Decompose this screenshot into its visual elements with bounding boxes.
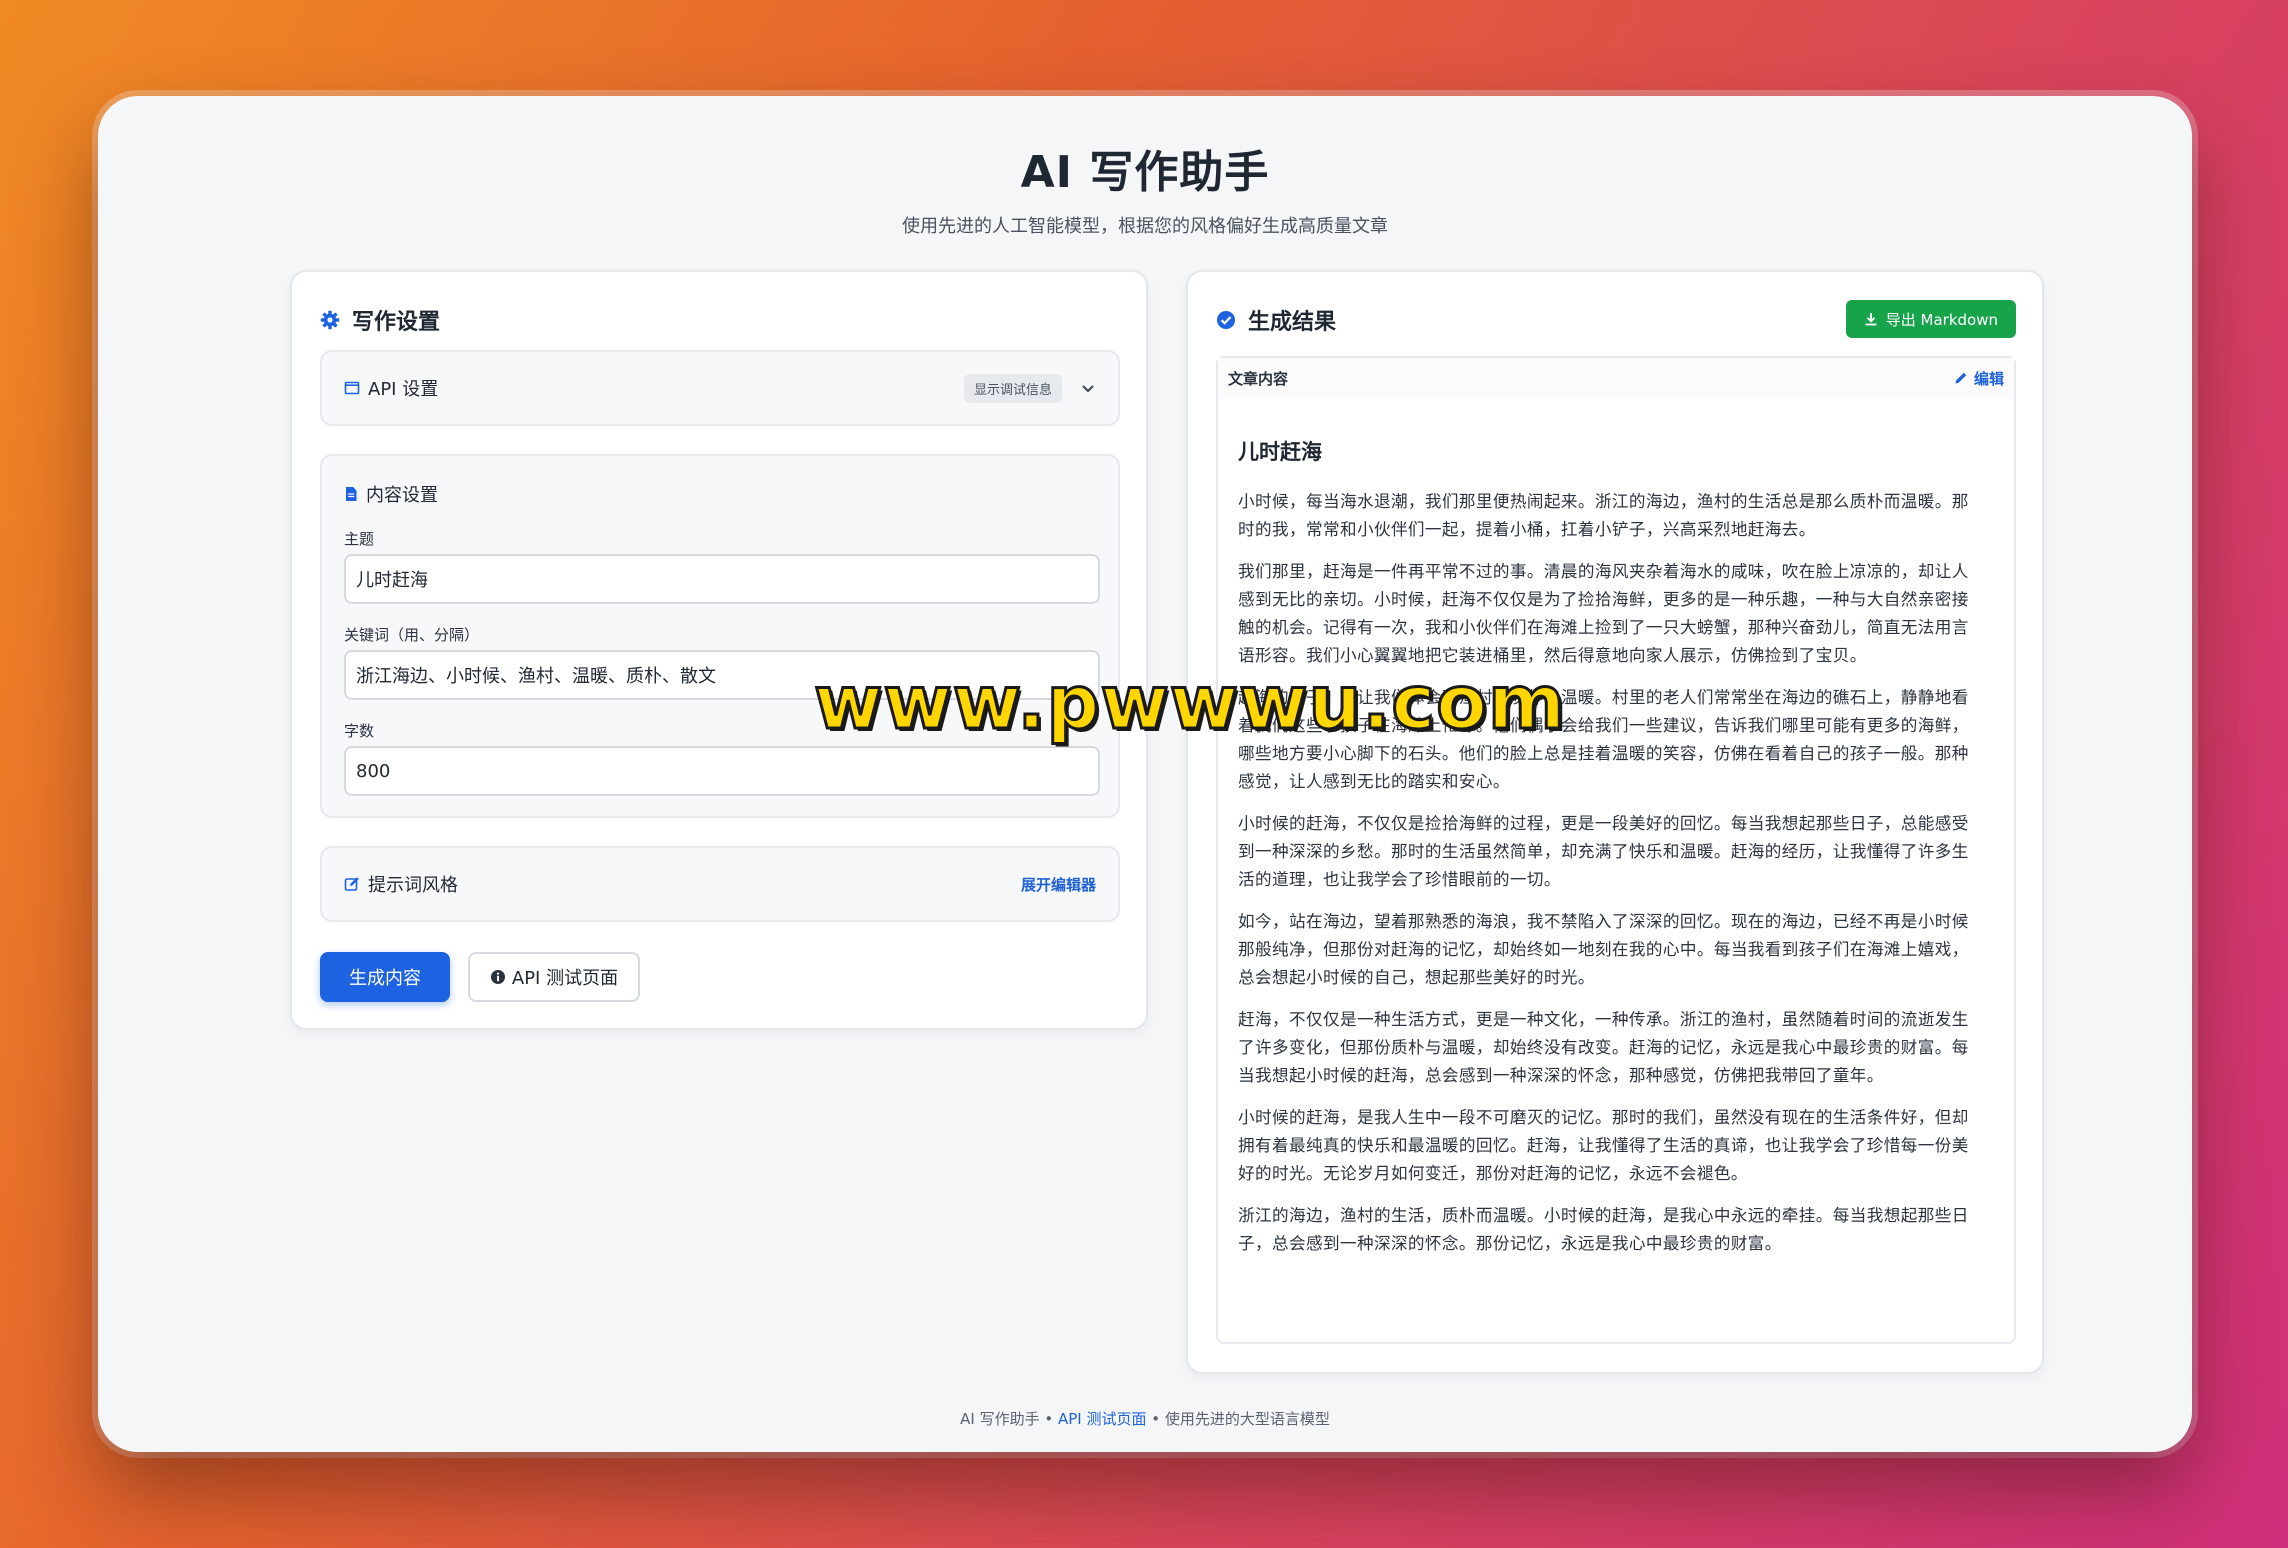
edit-square-icon [344,876,360,892]
export-markdown-label: 导出 Markdown [1885,310,1998,329]
app-window: AI 写作助手 使用先进的人工智能模型，根据您的风格偏好生成高质量文章 写作设置… [98,96,2192,1452]
generate-button[interactable]: 生成内容 [320,952,450,1002]
window-icon [344,380,360,396]
footer-suffix: • 使用先进的大型语言模型 [1146,1410,1330,1428]
api-settings-label: API 设置 [368,379,439,400]
content-settings-section: 内容设置 主题 关键词（用、分隔） 字数 [320,454,1120,818]
page-subtitle: 使用先进的人工智能模型，根据您的风格偏好生成高质量文章 [902,216,1388,237]
page-header: AI 写作助手 使用先进的人工智能模型，根据您的风格偏好生成高质量文章 [98,136,2192,238]
check-circle-icon [1216,310,1236,330]
content-settings-label: 内容设置 [366,485,438,506]
info-icon [490,969,506,985]
gear-icon [320,310,340,330]
article-paragraph: 浙江的海边，渔村的生活，质朴而温暖。小时候的赶海，是我心中永远的牵挂。每当我想起… [1238,1206,1969,1253]
prompt-style-label: 提示词风格 [368,875,458,896]
keywords-label: 关键词（用、分隔） [344,626,480,644]
article-body: 儿时赶海 小时候，每当海水退潮，我们那里便热闹起来。浙江的海边，渔村的生活总是那… [1238,436,1984,1272]
topic-input[interactable] [344,554,1100,604]
page-title: AI 写作助手 [1020,147,1270,198]
article-paragraph: 小时候的赶海，不仅仅是捡拾海鲜的过程，更是一段美好的回忆。每当我想起那些日子，总… [1238,814,1969,889]
watermark: www.pwwwu.com [812,659,1567,748]
article-paragraph: 小时候，每当海水退潮，我们那里便热闹起来。浙江的海边，渔村的生活总是那么质朴而温… [1238,492,1969,539]
article-toolbar: 文章内容 编辑 [1218,358,2014,398]
word-count-label: 字数 [344,722,375,740]
edit-button[interactable]: 编辑 [1954,368,2004,389]
article-paragraph: 如今，站在海边，望着那熟悉的海浪，我不禁陷入了深深的回忆。现在的海边，已经不再是… [1238,912,1969,987]
debug-info-toggle[interactable]: 显示调试信息 [963,373,1062,403]
article-paragraph: 我们那里，赶海是一件再平常不过的事。清晨的海风夹杂着海水的咸味，吹在脸上凉凉的，… [1238,562,1969,665]
download-icon [1864,312,1878,326]
word-count-input[interactable] [344,746,1100,796]
result-header: 生成结果 [1216,302,1336,338]
article-paragraph: 小时候的赶海，是我人生中一段不可磨灭的记忆。那时的我们，虽然没有现在的生活条件好… [1238,1108,1969,1183]
result-card: 生成结果 导出 Markdown 文章内容 编辑 儿时赶海 小时候，每当海水退潮… [1186,270,2044,1374]
footer-prefix: AI 写作助手 • [960,1410,1058,1428]
settings-header: 写作设置 [320,302,440,338]
prompt-style-section: 提示词风格 展开编辑器 [320,846,1120,922]
article-title: 儿时赶海 [1238,440,1322,464]
settings-card: 写作设置 API 设置 显示调试信息 内容设置 主题 儿时赶海 关键词（用、分隔… [290,270,1148,1030]
article-paragraph: 赶海，不仅仅是一种生活方式，更是一种文化，一种传承。浙江的渔村，虽然随着时间的流… [1238,1010,1969,1085]
export-markdown-button[interactable]: 导出 Markdown [1845,300,2016,338]
result-title: 生成结果 [1248,310,1337,335]
expand-editor-link[interactable]: 展开编辑器 [1021,874,1096,895]
settings-title: 写作设置 [352,310,441,335]
api-test-button[interactable]: API 测试页面 [468,952,640,1002]
api-settings-section[interactable]: API 设置 显示调试信息 [320,350,1120,426]
api-test-label: API 测试页面 [511,968,619,989]
page-footer: AI 写作助手 • API 测试页面 • 使用先进的大型语言模型 [98,1408,2192,1429]
topic-label: 主题 [344,530,375,548]
document-icon [344,486,358,502]
edit-label: 编辑 [1973,369,2004,388]
article-content-label: 文章内容 [1228,369,1289,388]
chevron-down-icon[interactable] [1080,380,1096,396]
footer-api-test-link[interactable]: API 测试页面 [1058,1410,1147,1428]
pencil-icon [1954,371,1968,385]
article-panel: 文章内容 编辑 儿时赶海 小时候，每当海水退潮，我们那里便热闹起来。浙江的海边，… [1216,356,2016,1344]
